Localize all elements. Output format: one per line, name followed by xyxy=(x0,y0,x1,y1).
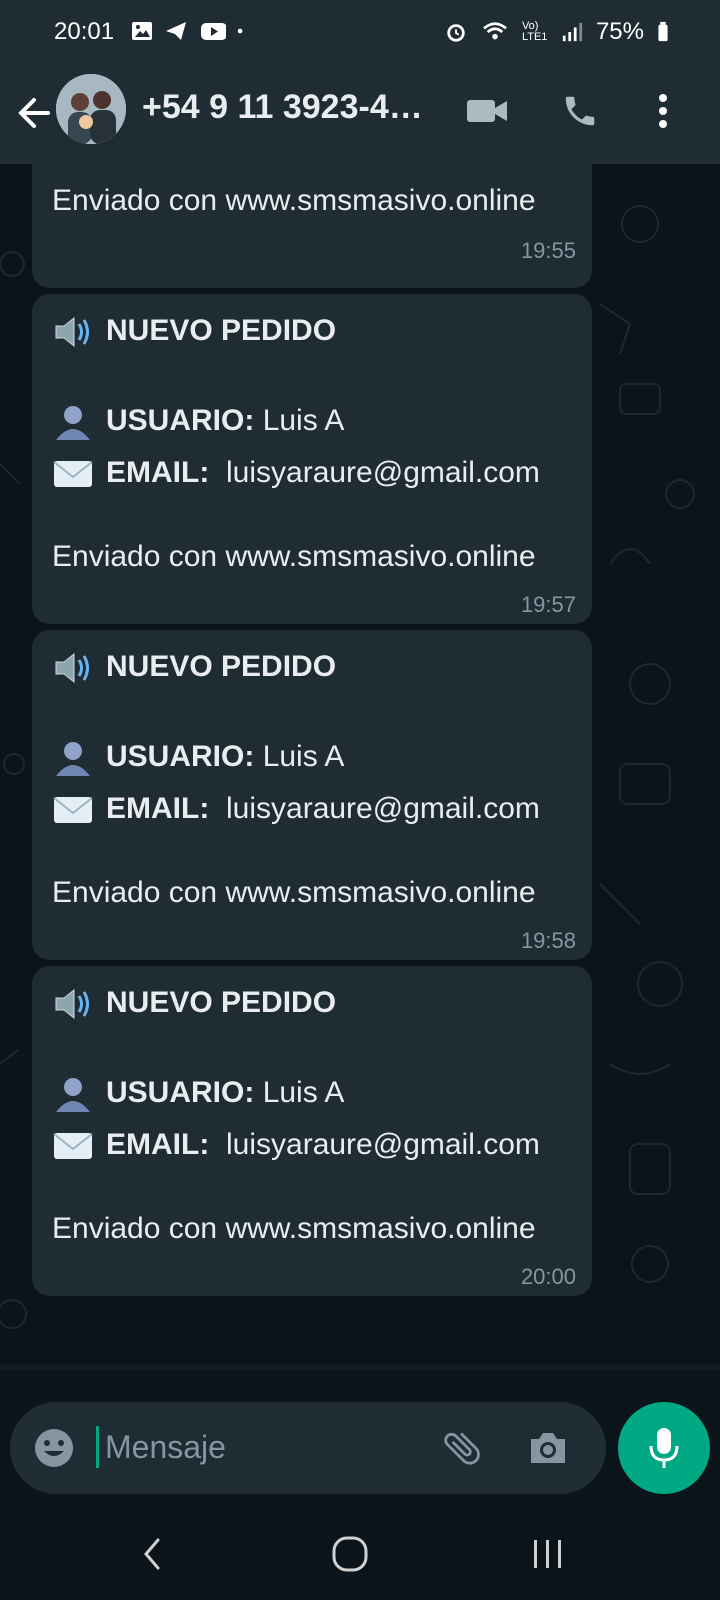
email-label: EMAIL: xyxy=(106,456,210,489)
avatar[interactable] xyxy=(56,74,126,144)
message-time: 19:58 xyxy=(520,928,576,953)
system-indicators: Vo) LTE1 75% xyxy=(444,18,670,46)
battery-icon xyxy=(658,21,668,42)
camera-icon xyxy=(531,1433,565,1463)
back-button[interactable] xyxy=(14,90,54,136)
bust-silhouette-icon xyxy=(56,742,90,777)
alarm-icon xyxy=(447,24,465,42)
system-navigation-bar xyxy=(0,1502,720,1600)
user-row: USUARIO: Luis A xyxy=(52,740,345,777)
email-label: EMAIL: xyxy=(106,792,210,825)
nav-home-button[interactable] xyxy=(320,1532,380,1576)
message-title-row: NUEVO PEDIDO xyxy=(52,314,336,350)
email-value: luisyaraure@gmail.com xyxy=(226,456,540,489)
user-label: USUARIO: xyxy=(106,1076,255,1109)
message-time: 19:57 xyxy=(520,592,576,617)
battery-percent: 75% xyxy=(595,18,644,45)
arrow-left-icon xyxy=(18,98,50,128)
divider xyxy=(0,1364,720,1370)
message-input[interactable]: Mensaje xyxy=(96,1426,226,1468)
message-bubble[interactable]: NUEVO PEDIDO USUARIO: Luis A EMAIL: luis… xyxy=(32,966,592,1296)
video-call-button[interactable] xyxy=(462,86,512,136)
message-footer: Enviado con www.smsmasivo.online xyxy=(52,1212,536,1245)
wifi-icon xyxy=(483,22,507,40)
email-row: EMAIL: luisyaraure@gmail.com xyxy=(52,1128,540,1164)
emoji-button[interactable] xyxy=(30,1424,78,1472)
nav-back-button[interactable] xyxy=(122,1532,182,1576)
phone-icon xyxy=(565,96,595,126)
attach-button[interactable] xyxy=(438,1424,486,1472)
message-title-row: NUEVO PEDIDO xyxy=(52,986,336,1022)
user-row: USUARIO: Luis A xyxy=(52,404,345,441)
message-title-row: NUEVO PEDIDO xyxy=(52,650,336,686)
bust-silhouette-icon xyxy=(56,1078,90,1113)
envelope-icon xyxy=(53,797,93,824)
notification-icons xyxy=(130,20,250,42)
message-title: NUEVO PEDIDO xyxy=(106,650,337,683)
email-value: luisyaraure@gmail.com xyxy=(226,1128,540,1161)
message-footer: Enviado con www.smsmasivo.online xyxy=(52,184,536,217)
chevron-left-icon xyxy=(144,1538,160,1570)
home-circle-icon xyxy=(332,1536,368,1572)
email-row: EMAIL: luisyaraure@gmail.com xyxy=(52,792,540,828)
user-value: Luis A xyxy=(262,740,345,773)
microphone-icon xyxy=(649,1428,679,1468)
paperclip-icon xyxy=(444,1432,480,1465)
message-footer: Enviado con www.smsmasivo.online xyxy=(52,540,536,573)
bust-silhouette-icon xyxy=(56,406,90,441)
user-label: USUARIO: xyxy=(106,740,255,773)
contact-name[interactable]: +54 9 11 3923-4… xyxy=(142,88,423,127)
message-footer: Enviado con www.smsmasivo.online xyxy=(52,876,536,909)
profile-photo-icon xyxy=(56,74,126,144)
status-time: 20:01 xyxy=(54,18,115,45)
smiley-icon xyxy=(35,1429,73,1467)
email-row: EMAIL: luisyaraure@gmail.com xyxy=(52,456,540,492)
message-time: 20:00 xyxy=(520,1264,576,1289)
dot-icon xyxy=(237,28,243,34)
nav-recents-button[interactable] xyxy=(518,1532,578,1576)
email-label: EMAIL: xyxy=(106,1128,210,1161)
more-options-button[interactable] xyxy=(638,86,688,136)
chat-area[interactable]: Enviado con www.smsmasivo.online 19:55 N… xyxy=(0,164,720,1364)
more-vert-icon xyxy=(659,94,667,128)
video-camera-icon xyxy=(467,100,507,122)
gallery-icon xyxy=(132,22,152,40)
speaker-emoji-icon xyxy=(55,653,89,684)
message-title: NUEVO PEDIDO xyxy=(106,314,337,347)
user-label: USUARIO: xyxy=(106,404,255,437)
user-row: USUARIO: Luis A xyxy=(52,1076,345,1113)
chat-header: +54 9 11 3923-4… xyxy=(0,66,720,164)
message-title: NUEVO PEDIDO xyxy=(106,986,337,1019)
email-value: luisyaraure@gmail.com xyxy=(226,792,540,825)
voice-message-button[interactable] xyxy=(618,1402,710,1494)
speaker-emoji-icon xyxy=(55,317,89,348)
envelope-icon xyxy=(53,1133,93,1160)
message-bubble[interactable]: Enviado con www.smsmasivo.online 19:55 xyxy=(32,164,592,288)
status-bar: 20:01 Vo) LTE1 75% xyxy=(0,0,720,66)
message-bubble[interactable]: NUEVO PEDIDO USUARIO: Luis A EMAIL: luis… xyxy=(32,294,592,624)
youtube-icon xyxy=(201,23,226,40)
message-bubble[interactable]: NUEVO PEDIDO USUARIO: Luis A EMAIL: luis… xyxy=(32,630,592,960)
network-type-label: Vo) LTE1 xyxy=(521,20,548,43)
user-value: Luis A xyxy=(262,404,345,437)
voice-call-button[interactable] xyxy=(555,86,605,136)
recents-icon xyxy=(534,1540,561,1568)
message-time: 19:55 xyxy=(520,238,576,263)
user-value: Luis A xyxy=(262,1076,345,1109)
camera-button[interactable] xyxy=(524,1424,572,1472)
speaker-emoji-icon xyxy=(55,989,89,1020)
envelope-icon xyxy=(53,461,93,488)
telegram-icon xyxy=(166,22,186,40)
message-composer: Mensaje xyxy=(10,1402,606,1494)
signal-icon xyxy=(562,22,583,42)
